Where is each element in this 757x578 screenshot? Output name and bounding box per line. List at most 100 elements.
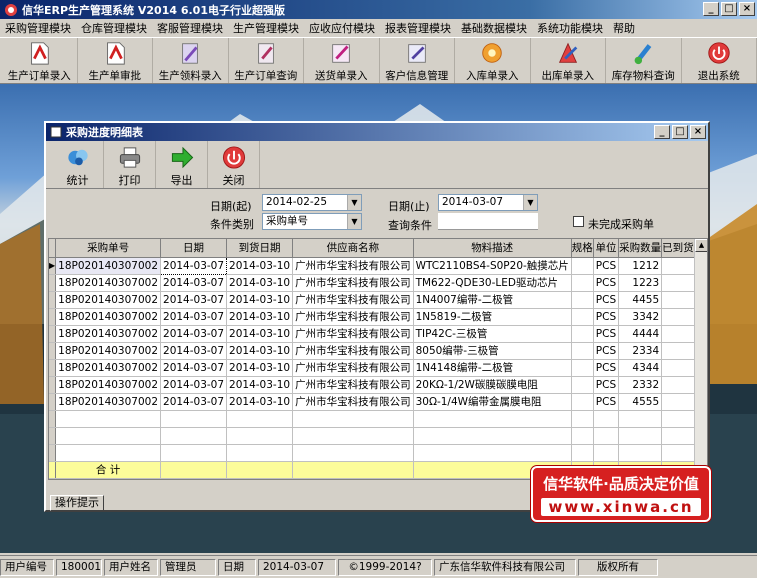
table-row[interactable]: 18P020140307002 2014-03-07 2014-03-10 广州市华宝… [49, 359, 707, 377]
table-row[interactable]: 18P020140307002 2014-03-07 2014-03-10 广州市华宝… [49, 342, 707, 360]
query-input[interactable] [438, 213, 538, 230]
table-cell[interactable]: 广州市华宝科技有限公司 [292, 308, 414, 326]
row-indicator[interactable] [49, 274, 57, 292]
table-cell[interactable]: 2014-03-10 [226, 325, 294, 343]
table-cell[interactable] [571, 325, 594, 343]
table-cell[interactable] [571, 393, 594, 411]
date-start-dropdown-icon[interactable]: ▼ [347, 195, 361, 210]
row-indicator[interactable] [49, 291, 57, 309]
table-cell[interactable]: 2014-03-10 [226, 274, 294, 292]
toolbar-button-6[interactable]: 入库单录入 [455, 38, 531, 83]
table-cell[interactable]: 2332 [618, 376, 663, 394]
toolbar-button-2[interactable]: 生产领料录入 [153, 38, 229, 83]
toolbar-button-9[interactable]: 退出系统 [682, 38, 757, 83]
table-row[interactable]: 18P020140307002 2014-03-07 2014-03-10 广州市华宝… [49, 393, 707, 411]
table-cell[interactable] [571, 376, 594, 394]
table-cell[interactable]: 广州市华宝科技有限公司 [292, 274, 414, 292]
table-cell[interactable] [571, 274, 594, 292]
table-cell[interactable]: 18P020140307002 [55, 291, 162, 309]
menu-item-2[interactable]: 客服管理模块 [152, 20, 228, 36]
toolbar-button-7[interactable]: 出库单录入 [531, 38, 606, 83]
table-cell[interactable]: 2014-03-07 [160, 393, 228, 411]
toolbar-button-4[interactable]: 送货单录入 [304, 38, 380, 83]
minimize-button[interactable]: _ [703, 2, 719, 16]
menu-item-4[interactable]: 应收应付模块 [304, 20, 380, 36]
menu-item-5[interactable]: 报表管理模块 [380, 20, 456, 36]
row-indicator[interactable] [49, 342, 57, 360]
toolbar-button-5[interactable]: 客户信息管理 [380, 38, 455, 83]
table-cell[interactable]: 18P020140307002 [55, 274, 162, 292]
table-cell[interactable]: PCS [593, 291, 620, 309]
table-cell[interactable]: 广州市华宝科技有限公司 [292, 393, 414, 411]
table-cell[interactable]: 2014-03-10 [226, 376, 294, 394]
export-button[interactable]: 导出 [156, 141, 208, 188]
maximize-button[interactable]: □ [721, 2, 737, 16]
table-cell[interactable]: PCS [593, 359, 620, 377]
table-cell[interactable]: 2334 [618, 342, 663, 360]
table-cell[interactable]: 广州市华宝科技有限公司 [292, 257, 414, 275]
table-cell[interactable]: 30Ω-1/4W编带金属膜电阻 [413, 393, 572, 411]
table-cell[interactable]: 18P020140307002 [55, 342, 162, 360]
table-cell[interactable]: 4555 [618, 393, 663, 411]
toolbar-button-1[interactable]: 生产单审批 [78, 38, 153, 83]
table-cell[interactable]: 2014-03-07 [160, 308, 228, 326]
table-cell[interactable]: 18P020140307002 [55, 308, 162, 326]
table-row[interactable]: ▶ 18P020140307002 2014-03-07 2014-03-10 广州市华… [49, 256, 707, 275]
table-cell[interactable]: 1N5819-二极管 [413, 308, 572, 326]
menu-item-8[interactable]: 帮助 [608, 20, 640, 36]
table-cell[interactable]: 4455 [618, 291, 663, 309]
child-maximize-button[interactable]: □ [672, 125, 688, 139]
table-cell[interactable]: 广州市华宝科技有限公司 [292, 325, 414, 343]
grid-scrollbar[interactable]: ▲ [694, 239, 707, 479]
table-cell[interactable]: 2014-03-07 [160, 359, 228, 377]
category-select[interactable]: 采购单号 ▼ [262, 213, 362, 230]
table-cell[interactable]: 广州市华宝科技有限公司 [292, 376, 414, 394]
table-cell[interactable]: 18P020140307002 [55, 325, 162, 343]
child-minimize-button[interactable]: _ [654, 125, 670, 139]
table-cell[interactable]: 1223 [618, 274, 663, 292]
table-cell[interactable]: 2014-03-07 [160, 256, 228, 275]
column-header[interactable]: 采购单号 [55, 239, 162, 258]
table-cell[interactable]: 2014-03-07 [160, 325, 228, 343]
column-header[interactable]: 供应商名称 [292, 239, 414, 258]
table-cell[interactable]: 1N4148编带-二极管 [413, 359, 572, 377]
toolbar-button-8[interactable]: 库存物料查询 [606, 38, 682, 83]
category-dropdown-icon[interactable]: ▼ [347, 214, 361, 229]
print-button[interactable]: 打印 [104, 141, 156, 188]
toolbar-button-0[interactable]: 生产订单录入 [2, 38, 78, 83]
table-cell[interactable]: PCS [593, 308, 620, 326]
row-indicator[interactable] [49, 359, 57, 377]
table-cell[interactable]: 2014-03-10 [226, 393, 294, 411]
table-cell[interactable]: 8050编带-三极管 [413, 342, 572, 360]
table-cell[interactable]: 1212 [618, 257, 663, 275]
table-cell[interactable]: PCS [593, 257, 620, 275]
table-cell[interactable]: 2014-03-10 [226, 359, 294, 377]
column-header[interactable]: 物料描述 [413, 239, 572, 258]
table-cell[interactable]: 广州市华宝科技有限公司 [292, 342, 414, 360]
date-end-picker[interactable]: 2014-03-07 ▼ [438, 194, 538, 211]
row-indicator[interactable] [49, 393, 57, 411]
table-cell[interactable]: 18P020140307002 [55, 359, 162, 377]
column-header[interactable]: 规格 [571, 239, 594, 258]
table-cell[interactable]: 2014-03-10 [226, 308, 294, 326]
table-row[interactable]: 18P020140307002 2014-03-07 2014-03-10 广州市华宝… [49, 325, 707, 343]
table-cell[interactable]: WTC2110BS4-S0P20-触摸芯片 [413, 257, 572, 275]
table-cell[interactable]: 18P020140307002 [55, 257, 162, 275]
table-cell[interactable] [571, 342, 594, 360]
menu-item-1[interactable]: 仓库管理模块 [76, 20, 152, 36]
menu-item-3[interactable]: 生产管理模块 [228, 20, 304, 36]
child-close-button[interactable]: × [690, 125, 706, 139]
toolbar-button-3[interactable]: 生产订单查询 [229, 38, 304, 83]
menu-item-7[interactable]: 系统功能模块 [532, 20, 608, 36]
date-start-picker[interactable]: 2014-02-25 ▼ [262, 194, 362, 211]
table-cell[interactable]: 2014-03-07 [160, 342, 228, 360]
table-cell[interactable] [571, 359, 594, 377]
table-cell[interactable]: 广州市华宝科技有限公司 [292, 359, 414, 377]
table-cell[interactable] [571, 308, 594, 326]
row-indicator[interactable] [49, 325, 57, 343]
column-header[interactable]: 单位 [593, 239, 620, 258]
table-cell[interactable]: 2014-03-07 [160, 376, 228, 394]
unfinished-checkbox[interactable] [573, 216, 584, 227]
table-row[interactable]: 18P020140307002 2014-03-07 2014-03-10 广州市华宝… [49, 308, 707, 326]
table-cell[interactable]: 2014-03-10 [226, 342, 294, 360]
